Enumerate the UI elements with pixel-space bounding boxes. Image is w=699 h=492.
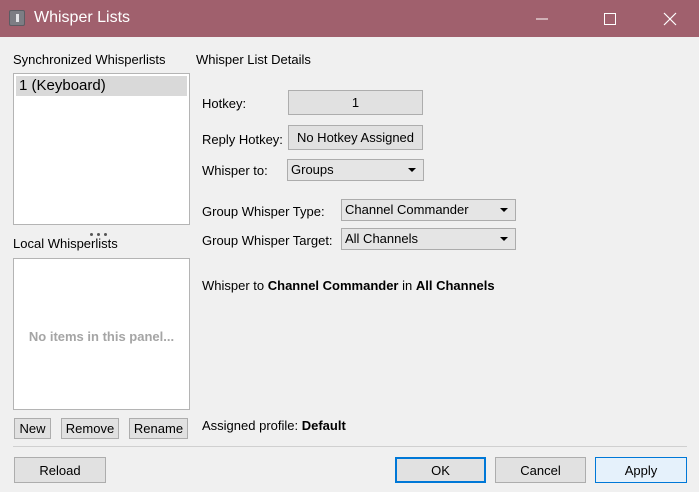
- minimize-icon: [536, 18, 548, 20]
- minimize-button[interactable]: [519, 0, 565, 37]
- group-whisper-target-select[interactable]: All Channels: [341, 228, 516, 250]
- synced-whisperlists-heading: Synchronized Whisperlists: [13, 52, 166, 67]
- close-button[interactable]: [647, 0, 693, 37]
- group-whisper-type-value: Channel Commander: [345, 202, 469, 217]
- apply-button[interactable]: Apply: [595, 457, 687, 483]
- new-button[interactable]: New: [14, 418, 51, 439]
- summary-mid: in: [398, 278, 416, 293]
- window-body: Synchronized Whisperlists 1 (Keyboard) L…: [0, 37, 699, 492]
- maximize-icon: [604, 13, 616, 25]
- whisper-to-label: Whisper to:: [202, 163, 268, 178]
- whisper-to-value: Groups: [291, 162, 334, 177]
- chevron-down-icon: [500, 208, 508, 212]
- assigned-profile-value: Default: [301, 418, 346, 433]
- reply-hotkey-label: Reply Hotkey:: [202, 132, 283, 147]
- close-icon: [663, 12, 677, 26]
- reload-button[interactable]: Reload: [14, 457, 106, 483]
- footer-separator: [13, 446, 687, 447]
- local-whisperlists-heading: Local Whisperlists: [13, 236, 118, 251]
- whisper-to-select[interactable]: Groups: [287, 159, 424, 181]
- title-bar[interactable]: Whisper Lists: [0, 0, 699, 37]
- teamspeak-icon: [9, 10, 25, 26]
- chevron-down-icon: [500, 237, 508, 241]
- summary-prefix: Whisper to: [202, 278, 268, 293]
- remove-button[interactable]: Remove: [61, 418, 119, 439]
- group-whisper-type-select[interactable]: Channel Commander: [341, 199, 516, 221]
- hotkey-button[interactable]: 1: [288, 90, 423, 115]
- list-item[interactable]: 1 (Keyboard): [16, 76, 187, 96]
- whisper-summary: Whisper to Channel Commander in All Chan…: [202, 278, 495, 293]
- summary-type: Channel Commander: [267, 278, 399, 293]
- synced-whisperlists-list[interactable]: 1 (Keyboard): [13, 73, 190, 225]
- whisper-list-details-heading: Whisper List Details: [196, 52, 311, 67]
- splitter-handle[interactable]: [90, 224, 114, 236]
- cancel-button[interactable]: Cancel: [495, 457, 586, 483]
- maximize-button[interactable]: [587, 0, 633, 37]
- empty-panel-text: No items in this panel...: [28, 329, 175, 344]
- local-whisperlists-list[interactable]: No items in this panel...: [13, 258, 190, 410]
- group-whisper-target-value: All Channels: [345, 231, 418, 246]
- ok-button[interactable]: OK: [395, 457, 486, 483]
- group-whisper-target-label: Group Whisper Target:: [202, 233, 333, 248]
- hotkey-label: Hotkey:: [202, 96, 247, 111]
- window-title: Whisper Lists: [34, 9, 131, 26]
- group-whisper-type-label: Group Whisper Type:: [202, 204, 325, 219]
- chevron-down-icon: [408, 168, 416, 172]
- reply-hotkey-button[interactable]: No Hotkey Assigned: [288, 125, 423, 150]
- assigned-profile: Assigned profile: Default: [202, 418, 346, 433]
- rename-button[interactable]: Rename: [129, 418, 188, 439]
- summary-target: All Channels: [415, 278, 495, 293]
- assigned-profile-label: Assigned profile:: [202, 418, 302, 433]
